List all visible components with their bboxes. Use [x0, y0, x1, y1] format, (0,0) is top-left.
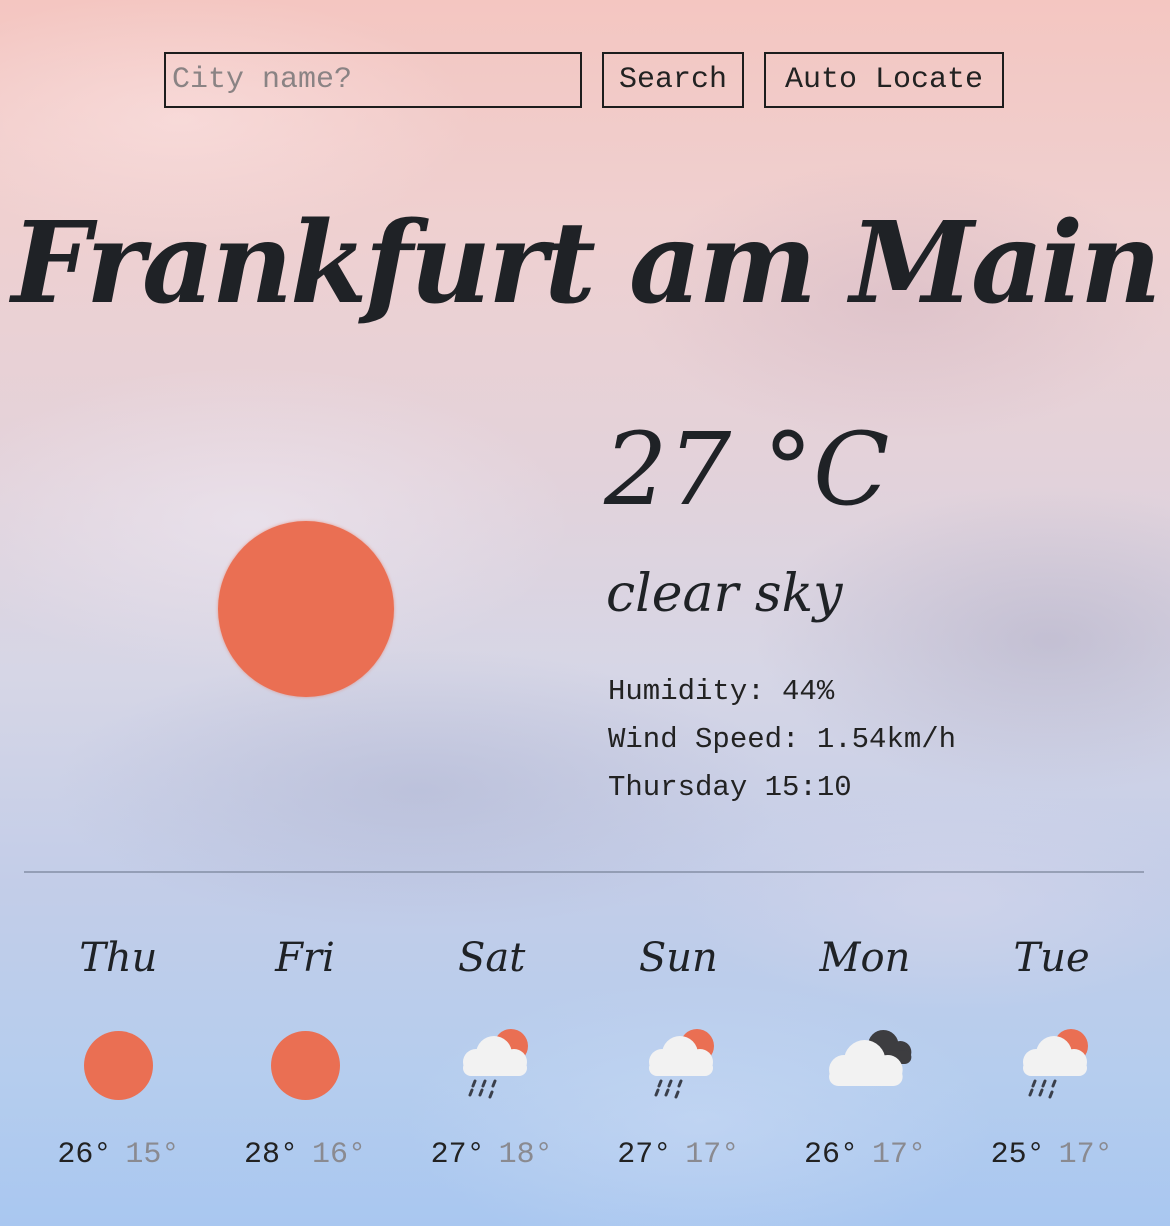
- forecast-day-name: Thu: [79, 935, 158, 981]
- rain-sun-cloud-icon: [1002, 1026, 1102, 1102]
- forecast-low: 17°: [871, 1138, 926, 1172]
- forecast-day: Sat 27° 18°: [398, 930, 585, 1190]
- rain-sun-cloud-icon: [442, 1026, 542, 1102]
- city-search-input[interactable]: [164, 52, 582, 108]
- forecast-high: 26°: [57, 1138, 112, 1172]
- forecast-low: 18°: [498, 1138, 553, 1172]
- cloudy-icon: [815, 1026, 915, 1102]
- humidity-text: Humidity: 44%: [608, 675, 835, 708]
- forecast-day: Sun 27° 17°: [585, 930, 772, 1190]
- forecast-high: 27°: [430, 1138, 485, 1172]
- rain-sun-cloud-icon: [628, 1026, 728, 1102]
- forecast-low: 15°: [125, 1138, 180, 1172]
- forecast-low: 17°: [685, 1138, 740, 1172]
- forecast-temps: 26° 17°: [772, 1140, 959, 1170]
- wind-speed-text: Wind Speed: 1.54km/h: [608, 723, 957, 756]
- forecast-temps: 28° 16°: [212, 1140, 399, 1170]
- forecast-day: Thu 26° 15°: [25, 930, 212, 1190]
- city-title: Frankfurt am Main: [11, 198, 1161, 329]
- forecast-day: Tue 25° 17°: [958, 930, 1145, 1190]
- auto-locate-button[interactable]: Auto Locate: [764, 52, 1004, 108]
- forecast-low: 17°: [1058, 1138, 1113, 1172]
- date-time-text: Thursday 15:10: [608, 771, 852, 804]
- forecast-high: 28°: [243, 1138, 298, 1172]
- forecast-day-name: Tue: [1013, 935, 1090, 981]
- forecast-temps: 25° 17°: [958, 1140, 1145, 1170]
- forecast-day-name: Sun: [638, 935, 718, 981]
- forecast-temps: 26° 15°: [25, 1140, 212, 1170]
- forecast-list: Thu 26° 15° Fri 28° 16° Sat 27° 18° Sun 27°…: [25, 930, 1145, 1190]
- forecast-day: Fri 28° 16°: [212, 930, 399, 1190]
- weather-description: clear sky: [606, 564, 843, 624]
- sun-icon: [218, 521, 394, 697]
- section-divider: [24, 871, 1144, 873]
- forecast-high: 26°: [803, 1138, 858, 1172]
- forecast-day-name: Sat: [457, 935, 526, 981]
- forecast-high: 27°: [617, 1138, 672, 1172]
- search-button[interactable]: Search: [602, 52, 744, 108]
- forecast-day-name: Mon: [819, 935, 911, 981]
- forecast-day-name: Fri: [275, 935, 335, 981]
- sun-icon: [270, 1031, 340, 1100]
- forecast-temps: 27° 17°: [585, 1140, 772, 1170]
- forecast-high: 25°: [990, 1138, 1045, 1172]
- search-bar: Search Auto Locate: [164, 52, 1004, 108]
- forecast-temps: 27° 18°: [398, 1140, 585, 1170]
- current-temperature: 27 °C: [604, 411, 890, 528]
- forecast-day: Mon 26° 17°: [772, 930, 959, 1190]
- sun-icon: [84, 1031, 154, 1100]
- forecast-low: 16°: [311, 1138, 366, 1172]
